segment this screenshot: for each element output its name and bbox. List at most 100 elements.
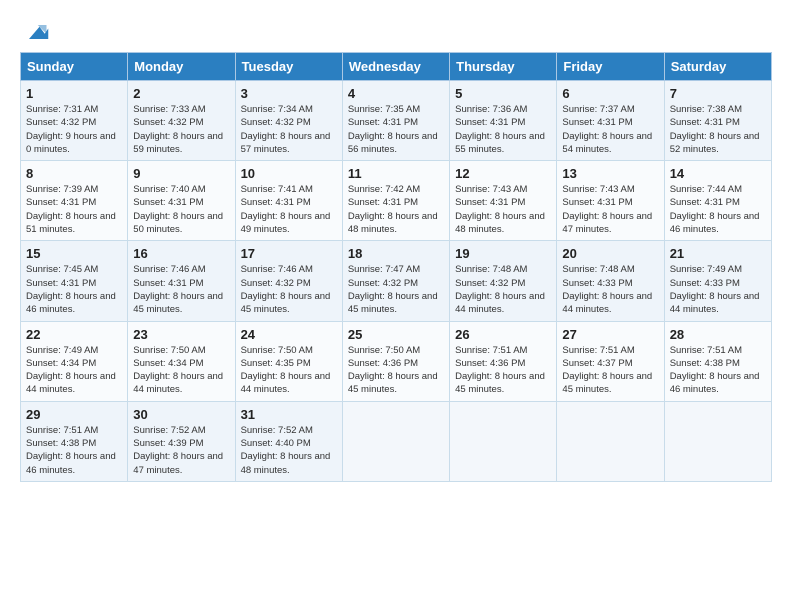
day-number: 10: [241, 166, 337, 181]
calendar-cell: 25 Sunrise: 7:50 AMSunset: 4:36 PMDayligh…: [342, 321, 449, 401]
cell-info: Sunrise: 7:45 AMSunset: 4:31 PMDaylight:…: [26, 264, 116, 315]
day-number: 4: [348, 86, 444, 101]
calendar-cell: 6 Sunrise: 7:37 AMSunset: 4:31 PMDaylight…: [557, 81, 664, 161]
calendar-cell: 10 Sunrise: 7:41 AMSunset: 4:31 PMDayligh…: [235, 161, 342, 241]
week-row-5: 29 Sunrise: 7:51 AMSunset: 4:38 PMDayligh…: [21, 401, 772, 481]
day-number: 21: [670, 246, 766, 261]
cell-info: Sunrise: 7:49 AMSunset: 4:33 PMDaylight:…: [670, 264, 760, 315]
calendar-cell: 3 Sunrise: 7:34 AMSunset: 4:32 PMDaylight…: [235, 81, 342, 161]
week-row-4: 22Sunrise: 7:49 AMSunset: 4:34 PMDayligh…: [21, 321, 772, 401]
col-tuesday: Tuesday: [235, 53, 342, 81]
day-number: 9: [133, 166, 229, 181]
cell-info: Sunrise: 7:34 AMSunset: 4:32 PMDaylight:…: [241, 104, 331, 155]
calendar-cell: 5Sunrise: 7:36 AMSunset: 4:31 PMDaylight…: [450, 81, 557, 161]
cell-info: Sunrise: 7:40 AMSunset: 4:31 PMDaylight:…: [133, 184, 223, 235]
day-number: 17: [241, 246, 337, 261]
calendar-cell: 28 Sunrise: 7:51 AMSunset: 4:38 PMDayligh…: [664, 321, 771, 401]
page: Sunday Monday Tuesday Wednesday Thursday…: [0, 0, 792, 612]
cell-info: Sunrise: 7:33 AMSunset: 4:32 PMDaylight:…: [133, 104, 223, 155]
col-thursday: Thursday: [450, 53, 557, 81]
day-number: 28: [670, 327, 766, 342]
header-area: [20, 18, 772, 46]
calendar-cell: 20 Sunrise: 7:48 AMSunset: 4:33 PMDayligh…: [557, 241, 664, 321]
cell-info: Sunrise: 7:42 AMSunset: 4:31 PMDaylight:…: [348, 184, 438, 235]
cell-info: Sunrise: 7:43 AMSunset: 4:31 PMDaylight:…: [455, 184, 545, 235]
day-number: 25: [348, 327, 444, 342]
day-number: 8: [26, 166, 122, 181]
cell-info: Sunrise: 7:51 AMSunset: 4:38 PMDaylight:…: [670, 345, 760, 396]
calendar-cell: 30 Sunrise: 7:52 AMSunset: 4:39 PMDayligh…: [128, 401, 235, 481]
cell-info: Sunrise: 7:31 AMSunset: 4:32 PMDaylight:…: [26, 104, 116, 155]
cell-info: Sunrise: 7:50 AMSunset: 4:34 PMDaylight:…: [133, 345, 223, 396]
calendar-cell: 11 Sunrise: 7:42 AMSunset: 4:31 PMDayligh…: [342, 161, 449, 241]
calendar-cell: 18 Sunrise: 7:47 AMSunset: 4:32 PMDayligh…: [342, 241, 449, 321]
day-number: 19: [455, 246, 551, 261]
cell-info: Sunrise: 7:48 AMSunset: 4:33 PMDaylight:…: [562, 264, 652, 315]
calendar-cell: 29 Sunrise: 7:51 AMSunset: 4:38 PMDayligh…: [21, 401, 128, 481]
cell-info: Sunrise: 7:49 AMSunset: 4:34 PMDaylight:…: [26, 345, 116, 396]
day-number: 12: [455, 166, 551, 181]
cell-info: Sunrise: 7:38 AMSunset: 4:31 PMDaylight:…: [670, 104, 760, 155]
calendar-cell: 16 Sunrise: 7:46 AMSunset: 4:31 PMDayligh…: [128, 241, 235, 321]
cell-info: Sunrise: 7:36 AMSunset: 4:31 PMDaylight:…: [455, 104, 545, 155]
day-number: 1: [26, 86, 122, 101]
week-row-3: 15 Sunrise: 7:45 AMSunset: 4:31 PMDayligh…: [21, 241, 772, 321]
day-number: 6: [562, 86, 658, 101]
calendar-cell: 24Sunrise: 7:50 AMSunset: 4:35 PMDayligh…: [235, 321, 342, 401]
calendar-cell: [450, 401, 557, 481]
calendar-cell: 27Sunrise: 7:51 AMSunset: 4:37 PMDayligh…: [557, 321, 664, 401]
week-row-1: 1 Sunrise: 7:31 AMSunset: 4:32 PMDaylight…: [21, 81, 772, 161]
calendar-table: Sunday Monday Tuesday Wednesday Thursday…: [20, 52, 772, 482]
calendar-cell: 4 Sunrise: 7:35 AMSunset: 4:31 PMDaylight…: [342, 81, 449, 161]
cell-info: Sunrise: 7:52 AMSunset: 4:39 PMDaylight:…: [133, 425, 223, 476]
calendar-cell: 9 Sunrise: 7:40 AMSunset: 4:31 PMDaylight…: [128, 161, 235, 241]
col-saturday: Saturday: [664, 53, 771, 81]
day-number: 26: [455, 327, 551, 342]
calendar-cell: 2 Sunrise: 7:33 AMSunset: 4:32 PMDaylight…: [128, 81, 235, 161]
calendar-cell: 31 Sunrise: 7:52 AMSunset: 4:40 PMDayligh…: [235, 401, 342, 481]
day-number: 27: [562, 327, 658, 342]
day-number: 30: [133, 407, 229, 422]
calendar-cell: 7Sunrise: 7:38 AMSunset: 4:31 PMDaylight…: [664, 81, 771, 161]
day-number: 24: [241, 327, 337, 342]
calendar-cell: 21 Sunrise: 7:49 AMSunset: 4:33 PMDayligh…: [664, 241, 771, 321]
cell-info: Sunrise: 7:35 AMSunset: 4:31 PMDaylight:…: [348, 104, 438, 155]
day-number: 3: [241, 86, 337, 101]
cell-info: Sunrise: 7:48 AMSunset: 4:32 PMDaylight:…: [455, 264, 545, 315]
cell-info: Sunrise: 7:46 AMSunset: 4:32 PMDaylight:…: [241, 264, 331, 315]
day-number: 2: [133, 86, 229, 101]
day-number: 18: [348, 246, 444, 261]
calendar-cell: 22Sunrise: 7:49 AMSunset: 4:34 PMDayligh…: [21, 321, 128, 401]
cell-info: Sunrise: 7:39 AMSunset: 4:31 PMDaylight:…: [26, 184, 116, 235]
cell-info: Sunrise: 7:44 AMSunset: 4:31 PMDaylight:…: [670, 184, 760, 235]
cell-info: Sunrise: 7:50 AMSunset: 4:36 PMDaylight:…: [348, 345, 438, 396]
logo: [20, 18, 50, 46]
col-sunday: Sunday: [21, 53, 128, 81]
calendar-cell: [664, 401, 771, 481]
day-number: 14: [670, 166, 766, 181]
day-number: 23: [133, 327, 229, 342]
day-number: 31: [241, 407, 337, 422]
day-number: 11: [348, 166, 444, 181]
calendar-cell: 12 Sunrise: 7:43 AMSunset: 4:31 PMDayligh…: [450, 161, 557, 241]
calendar-cell: 8 Sunrise: 7:39 AMSunset: 4:31 PMDaylight…: [21, 161, 128, 241]
cell-info: Sunrise: 7:37 AMSunset: 4:31 PMDaylight:…: [562, 104, 652, 155]
calendar-cell: 13Sunrise: 7:43 AMSunset: 4:31 PMDayligh…: [557, 161, 664, 241]
day-number: 16: [133, 246, 229, 261]
col-monday: Monday: [128, 53, 235, 81]
cell-info: Sunrise: 7:46 AMSunset: 4:31 PMDaylight:…: [133, 264, 223, 315]
day-number: 29: [26, 407, 122, 422]
cell-info: Sunrise: 7:51 AMSunset: 4:38 PMDaylight:…: [26, 425, 116, 476]
logo-icon: [22, 18, 50, 46]
calendar-cell: [342, 401, 449, 481]
col-friday: Friday: [557, 53, 664, 81]
day-number: 13: [562, 166, 658, 181]
calendar-cell: 14 Sunrise: 7:44 AMSunset: 4:31 PMDayligh…: [664, 161, 771, 241]
cell-info: Sunrise: 7:52 AMSunset: 4:40 PMDaylight:…: [241, 425, 331, 476]
day-number: 15: [26, 246, 122, 261]
calendar-cell: [557, 401, 664, 481]
week-row-2: 8 Sunrise: 7:39 AMSunset: 4:31 PMDaylight…: [21, 161, 772, 241]
cell-info: Sunrise: 7:47 AMSunset: 4:32 PMDaylight:…: [348, 264, 438, 315]
day-number: 20: [562, 246, 658, 261]
cell-info: Sunrise: 7:41 AMSunset: 4:31 PMDaylight:…: [241, 184, 331, 235]
